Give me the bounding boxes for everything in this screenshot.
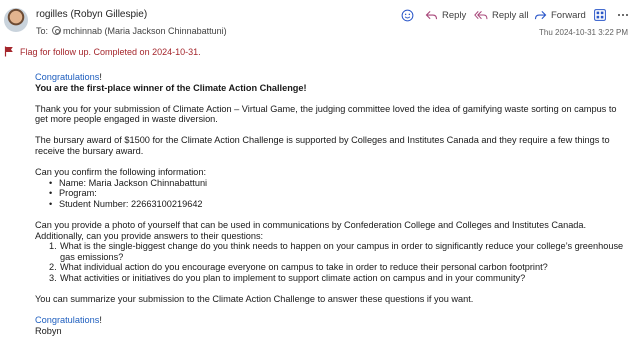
photo-paragraph: Can you provide a photo of yourself that… bbox=[35, 219, 587, 241]
reply-button[interactable]: Reply bbox=[425, 7, 466, 23]
to-label: To: bbox=[36, 26, 49, 36]
question-text: What activities or initiatives do you pl… bbox=[60, 272, 526, 283]
sender-name[interactable]: rogilles (Robyn Gillespie) bbox=[36, 9, 147, 20]
message-header: rogilles (Robyn Gillespie) To: mchinnab (… bbox=[0, 0, 634, 44]
question-text: What individual action do you encourage … bbox=[60, 262, 548, 273]
confirm-intro: Can you confirm the following informatio… bbox=[35, 167, 207, 178]
reply-all-button[interactable]: Reply all bbox=[474, 7, 528, 23]
apps-grid-icon bbox=[594, 9, 606, 21]
question-text: What is the single-biggest change do you… bbox=[60, 241, 624, 262]
flag-icon bbox=[4, 46, 13, 57]
flag-status[interactable]: Flag for follow up. Completed on 2024-10… bbox=[4, 46, 201, 57]
more-options-button[interactable] bbox=[617, 7, 633, 23]
list-item: Student Number: 22663100219642 bbox=[49, 199, 630, 210]
list-item: 1. What is the single-biggest change do y… bbox=[49, 241, 624, 262]
greeting: Congratulations! bbox=[35, 72, 630, 83]
list-item: Name: Maria Jackson Chinnabattuni bbox=[49, 178, 630, 189]
closing-link[interactable]: Congratulations bbox=[35, 315, 99, 325]
closing-tail: ! bbox=[99, 315, 102, 326]
thank-you-paragraph: Thank you for your submission of Climate… bbox=[35, 103, 617, 125]
email-body: Congratulations! You are the first-place… bbox=[35, 72, 630, 336]
greeting-tail: ! bbox=[99, 72, 102, 82]
list-item: 2. What individual action do you encourag… bbox=[49, 262, 548, 273]
reply-all-icon bbox=[474, 10, 488, 19]
forward-icon bbox=[534, 10, 547, 19]
reply-all-label: Reply all bbox=[492, 9, 529, 21]
greeting-link[interactable]: Congratulations bbox=[35, 72, 99, 82]
emoji-button[interactable] bbox=[401, 7, 418, 23]
list-item: Program: bbox=[49, 188, 630, 199]
headline: You are the first-place winner of the Cl… bbox=[35, 82, 307, 93]
flag-text: Flag for follow up. Completed on 2024-10… bbox=[20, 46, 201, 57]
recipient-line: To: mchinnab (Maria Jackson Chinnabattuni… bbox=[36, 26, 227, 36]
sent-date: Thu 2024-10-31 3:22 PM bbox=[539, 28, 628, 37]
signature: Robyn bbox=[35, 325, 62, 336]
summary-paragraph: You can summarize your submission to the… bbox=[35, 294, 474, 304]
apps-button[interactable] bbox=[594, 7, 610, 23]
more-icon bbox=[618, 14, 628, 16]
recipient-name[interactable]: mchinnab (Maria Jackson Chinnabattuni) bbox=[63, 26, 227, 36]
smiley-icon bbox=[401, 9, 414, 21]
reply-icon bbox=[425, 10, 438, 19]
forward-label: Forward bbox=[551, 9, 586, 21]
contact-icon bbox=[52, 26, 62, 35]
forward-button[interactable]: Forward bbox=[534, 7, 586, 23]
questions-list: 1. What is the single-biggest change do y… bbox=[49, 241, 630, 283]
bursary-paragraph: The bursary award of $1500 for the Clima… bbox=[35, 135, 610, 156]
closing: Congratulations! bbox=[35, 315, 630, 326]
sender-avatar[interactable] bbox=[4, 8, 28, 32]
confirm-list: Name: Maria Jackson Chinnabattuni Progra… bbox=[49, 178, 630, 210]
reply-label: Reply bbox=[442, 9, 467, 21]
list-item: 3. What activities or initiatives do you … bbox=[49, 272, 526, 283]
